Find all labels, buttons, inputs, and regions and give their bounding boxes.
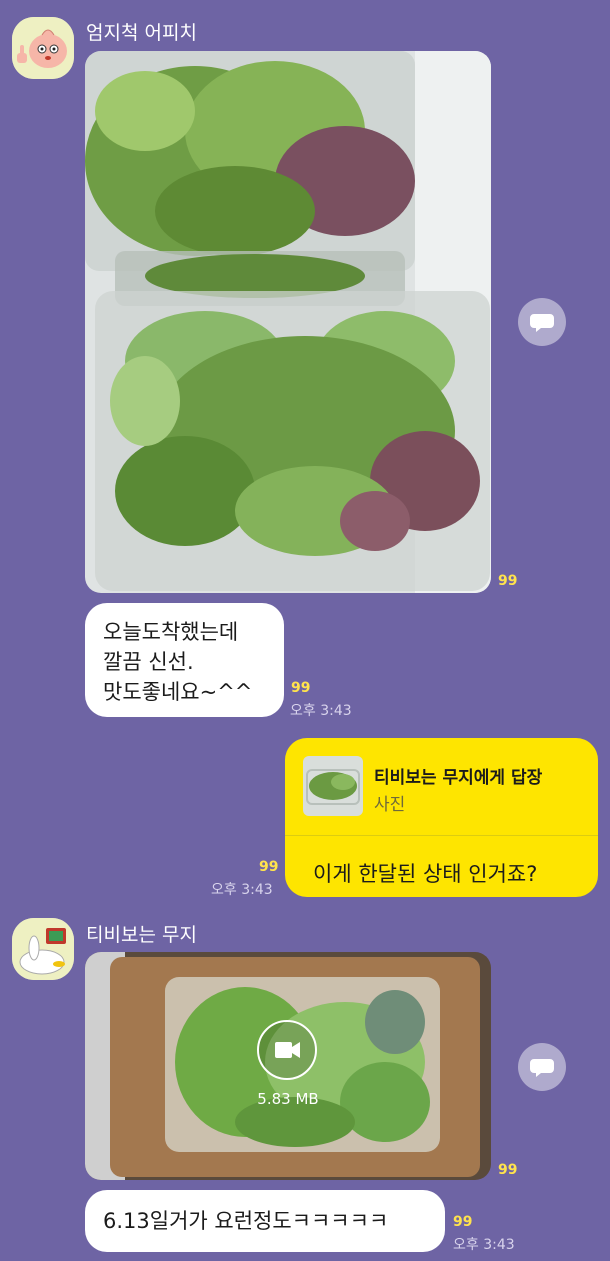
salad-photo [85, 51, 491, 593]
share-button[interactable] [518, 1043, 566, 1091]
video-message[interactable]: 5.83 MB [85, 952, 491, 1180]
muzi-avatar-icon [12, 918, 74, 980]
reply-thumbnail [303, 756, 363, 816]
sender-name: 티비보는 무지 [86, 924, 197, 946]
reply-bubble[interactable]: 티비보는 무지에게 답장 사진 이게 한달된 상태 인거죠? [285, 738, 598, 897]
play-button[interactable] [257, 1020, 317, 1080]
video-camera-icon [275, 1042, 300, 1058]
sender-name: 엄지척 어피치 [86, 22, 197, 44]
message-time: 오후 3:43 [290, 703, 352, 719]
share-button[interactable] [518, 298, 566, 346]
message-time: 오후 3:43 [453, 1237, 515, 1253]
photo-message[interactable] [85, 51, 491, 593]
reply-type: 사진 [374, 795, 406, 815]
reply-divider [285, 835, 598, 836]
reply-target: 티비보는 무지에게 답장 [374, 768, 543, 788]
salad-thumbnail [303, 756, 363, 816]
avatar-muzi[interactable] [12, 918, 74, 980]
message-bubble[interactable]: 오늘도착했는데 깔끔 신선. 맛도좋네요~^^ [85, 603, 284, 717]
unread-count: 99 [498, 573, 518, 589]
speech-bubble-share-icon [530, 1059, 554, 1077]
speech-bubble-share-icon [530, 314, 554, 332]
message-text: 이게 한달된 상태 인거죠? [313, 862, 538, 886]
avatar-apeach[interactable] [12, 17, 74, 79]
unread-count: 99 [291, 680, 311, 696]
message-bubble[interactable]: 6.13일거가 요런정도ㅋㅋㅋㅋㅋ [85, 1190, 445, 1252]
message-time: 오후 3:43 [211, 882, 273, 898]
unread-count: 99 [453, 1214, 473, 1230]
unread-count: 99 [259, 859, 279, 875]
unread-count: 99 [498, 1162, 518, 1178]
apeach-avatar-icon [12, 17, 74, 79]
video-size: 5.83 MB [257, 1090, 319, 1108]
